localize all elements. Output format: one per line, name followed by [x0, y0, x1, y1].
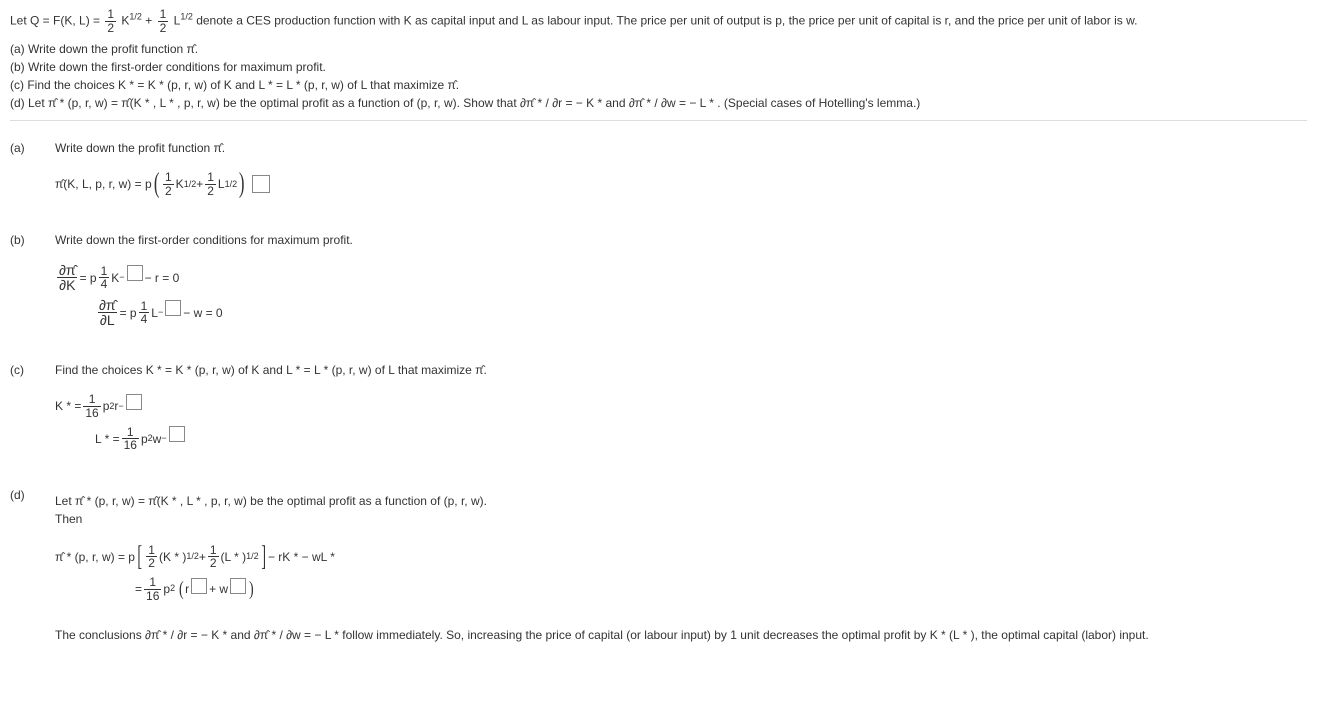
foc-L-line: ∂π̂ ∂L = p 1 4 L − − w = 0 [95, 298, 1307, 327]
Kstar-line: K * = 1 16 p2r − [55, 393, 1307, 419]
pistar-lhs: π̂ * (p, r, w) = p [55, 548, 135, 566]
exp-wrap-d-r [189, 584, 209, 594]
prompt-c: Find the choices K * = K * (p, r, w) of … [55, 361, 1307, 379]
subq-d: (d) Let π̂ * (p, r, w) = π̂(K * , L * , … [10, 94, 1307, 112]
prompt-a: Write down the profit function π̂. [55, 139, 1307, 157]
d-intro1: Let π̂ * (p, r, w) = π̂(K * , L * , p, r… [55, 492, 1307, 510]
tail-b-K: − r = 0 [145, 269, 180, 287]
exp-wrap-cL: − [161, 432, 186, 446]
pistar-line2: = 1 16 p2 ( r + w ) [135, 576, 1307, 602]
t-d1: (K * ) [159, 548, 186, 566]
pistar-line1: π̂ * (p, r, w) = p [ 1 2 (K * )1/2 + 1 2… [55, 544, 1307, 570]
eq-b-L: = p [120, 304, 137, 322]
answer-box-b-K[interactable] [127, 265, 143, 281]
w-cL: w [153, 430, 162, 448]
question-header: Let Q = F(K, L) = 1 2 K1/2 + 1 2 L1/2 de… [10, 8, 1307, 34]
exp-wrap-cK: − [118, 400, 143, 414]
foc-K-line: ∂π̂ ∂K = p 1 4 K − − r = 0 [55, 263, 1307, 292]
dpi-dL: ∂π̂ ∂L [97, 298, 118, 327]
question-lead: Let Q = F(K, L) = [10, 13, 103, 27]
answer-box-d-r[interactable] [191, 578, 207, 594]
label-a: (a) [10, 139, 55, 157]
frac-a1: 1 2 [163, 171, 174, 197]
paren-left: ( [154, 174, 160, 194]
p-d: p [163, 580, 170, 598]
term-b-K: K [111, 269, 119, 287]
answer-box-c-L[interactable] [169, 426, 185, 442]
frac-b-L: 1 4 [139, 300, 150, 326]
answer-a: (a) Write down the profit function π̂. π… [10, 139, 1307, 203]
answer-box-a[interactable] [252, 175, 270, 193]
Lstar-lhs: L * = [95, 430, 120, 448]
p-cL: p [141, 430, 148, 448]
frac-c-L: 1 16 [122, 426, 139, 452]
paren-d-r: ) [249, 582, 254, 596]
plus-w-d: + w [209, 580, 228, 598]
e-d1: 1/2 [186, 550, 199, 564]
plus-a: + [196, 175, 203, 193]
d-intro2: Then [55, 510, 1307, 528]
profit-function-line: π̂(K, L, p, r, w) = p ( 1 2 K1/2 + 1 2 L… [55, 171, 1307, 197]
answer-b: (b) Write down the first-order condition… [10, 231, 1307, 333]
answer-box-c-K[interactable] [126, 394, 142, 410]
frac-b-K: 1 4 [99, 265, 110, 291]
t-d2: (L * ) [221, 548, 247, 566]
eq-b-K: = p [80, 269, 97, 287]
term-a-L: L [218, 175, 225, 193]
paren-right: ) [239, 174, 245, 194]
paren-d-l: ( [179, 582, 184, 596]
plus-1: + [145, 13, 155, 27]
answer-c: (c) Find the choices K * = K * (p, r, w)… [10, 361, 1307, 457]
p-cK: p [103, 397, 110, 415]
answer-d: (d) Let π̂ * (p, r, w) = π̂(K * , L * , … [10, 486, 1307, 644]
label-c: (c) [10, 361, 55, 379]
dpi-dK: ∂π̂ ∂K [57, 263, 78, 292]
frac-d1: 1 2 [146, 544, 157, 570]
d-conclusion: The conclusions ∂π̂ * / ∂r = − K * and ∂… [55, 626, 1307, 644]
exp-a-L: 1/2 [225, 178, 238, 192]
pi-lhs: π̂(K, L, p, r, w) = p [55, 175, 152, 193]
Kstar-lhs: K * = [55, 397, 81, 415]
frac-d2: 1 2 [208, 544, 219, 570]
answer-box-d-w[interactable] [230, 578, 246, 594]
prompt-b: Write down the first-order conditions fo… [55, 231, 1307, 249]
subq-a: (a) Write down the profit function π̂. [10, 40, 1307, 58]
e-d2: 1/2 [246, 550, 259, 564]
fraction-half-1: 1 2 [105, 8, 116, 34]
fraction-half-2: 1 2 [158, 8, 169, 34]
exp-wrap-bK: − [119, 271, 144, 285]
brack-r: ] [261, 547, 266, 567]
subq-c: (c) Find the choices K * = K * (p, r, w)… [10, 76, 1307, 94]
separator [10, 120, 1307, 121]
minus-exp-cK: − [118, 400, 123, 414]
minus-exp-bK: − [119, 271, 124, 285]
brack-l: [ [137, 547, 142, 567]
exp-wrap-bL: − [158, 306, 183, 320]
tail-d1: − rK * − wL * [268, 548, 335, 566]
frac-c-K: 1 16 [83, 393, 100, 419]
exp-half-1: 1/2 [129, 11, 142, 21]
label-b: (b) [10, 231, 55, 249]
question-tail: denote a CES production function with K … [196, 13, 1137, 27]
minus-exp-cL: − [161, 432, 166, 446]
eq2-d: = [135, 580, 142, 598]
term-a-K: K [176, 175, 184, 193]
minus-exp-bL: − [158, 306, 163, 320]
sub-questions: (a) Write down the profit function π̂. (… [10, 40, 1307, 112]
exp-a-K: 1/2 [184, 178, 197, 192]
Lstar-line: L * = 1 16 p2w − [95, 426, 1307, 452]
plus-d: + [199, 548, 206, 566]
subq-b: (b) Write down the first-order condition… [10, 58, 1307, 76]
tail-b-L: − w = 0 [183, 304, 222, 322]
exp-wrap-d-w [228, 584, 248, 594]
label-d: (d) [10, 486, 55, 504]
p2-d: 2 [170, 582, 175, 596]
term-b-L: L [151, 304, 158, 322]
exp-half-2: 1/2 [180, 11, 193, 21]
frac-d-s: 1 16 [144, 576, 161, 602]
frac-a2: 1 2 [205, 171, 216, 197]
answer-box-b-L[interactable] [165, 300, 181, 316]
